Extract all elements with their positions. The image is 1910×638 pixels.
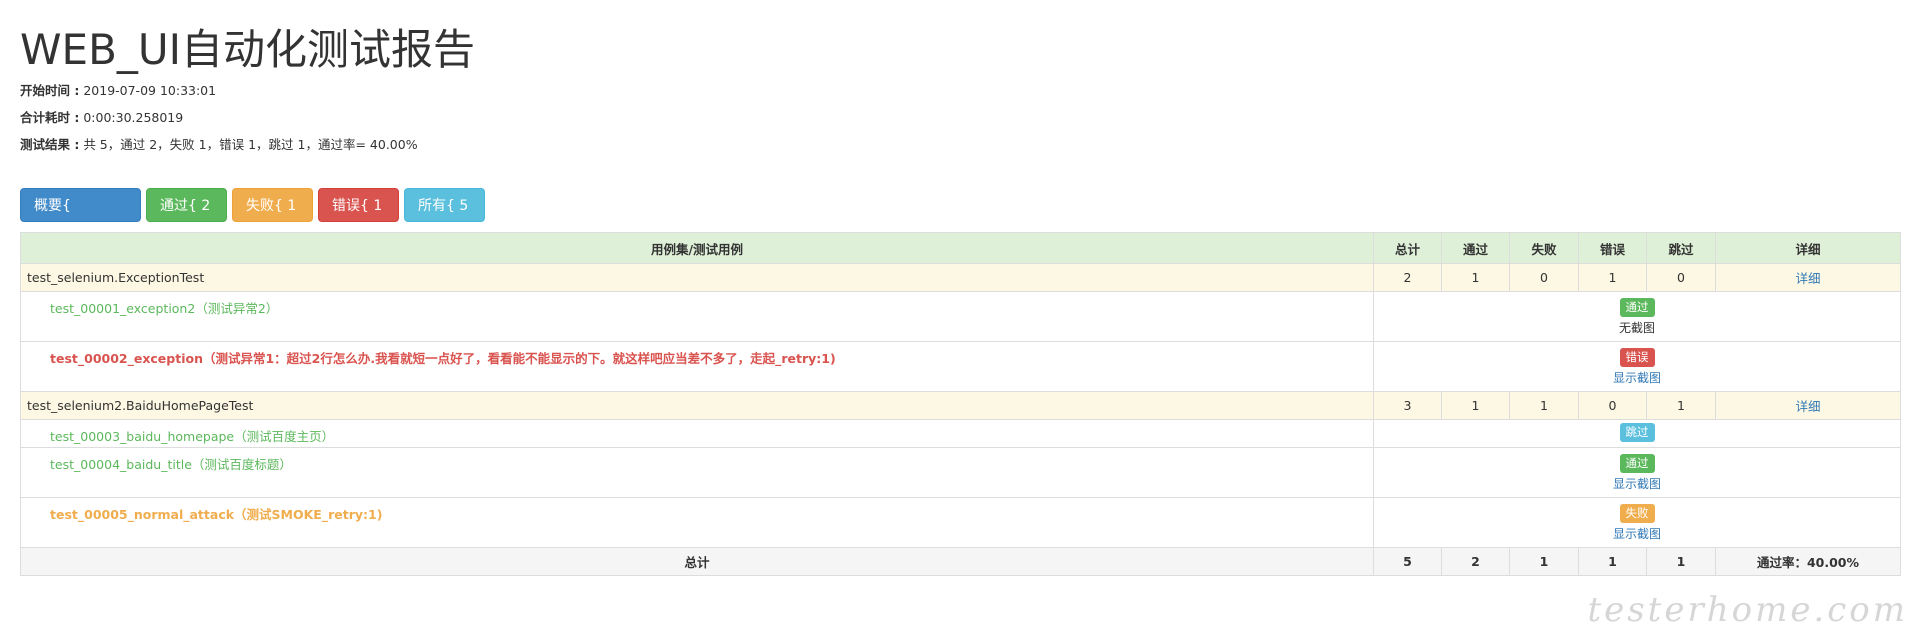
suite-fail: 0 <box>1509 263 1579 292</box>
fail-filter-button[interactable]: 失败{ 1 } <box>232 188 313 248</box>
page-title: WEB_UI自动化测试报告 <box>20 25 476 74</box>
case-row: test_00002_exception（测试异常1：超过2行怎么办.我看就短一… <box>20 341 1901 392</box>
header-error: 错误 <box>1578 232 1647 264</box>
suite-fail: 1 <box>1509 391 1579 420</box>
show-screenshot-link[interactable]: 显示截图 <box>1380 475 1894 492</box>
case-row: test_00004_baidu_title（测试百度标题） 通过 显示截图 <box>20 447 1901 498</box>
status-badge-error[interactable]: 错误 <box>1619 348 1655 367</box>
case-row: test_00001_exception2（测试异常2） 通过 无截图 <box>20 291 1901 342</box>
suite-error: 0 <box>1578 391 1647 420</box>
status-badge-skip[interactable]: 跳过 <box>1619 423 1655 442</box>
duration-label: 合计耗时 : <box>20 110 80 125</box>
filter-button-group: 概要{ 40.00% } 通过{ 2 } 失败{ 1 } 错误{ 1 } 所有{… <box>20 188 485 248</box>
header-case: 用例集/测试用例 <box>20 232 1374 264</box>
result-table: 用例集/测试用例 总计 通过 失败 错误 跳过 详细 test_selenium… <box>20 232 1901 576</box>
table-header-row: 用例集/测试用例 总计 通过 失败 错误 跳过 详细 <box>20 232 1901 264</box>
total-pass-rate: 通过率：40.00% <box>1715 547 1901 576</box>
case-name: test_00005_normal_attack（测试SMOKE_retry:1… <box>20 497 1374 548</box>
suite-name: test_selenium.ExceptionTest <box>20 263 1374 292</box>
suite-detail-link[interactable]: 详细 <box>1795 399 1820 414</box>
watermark-logo: testerhome.com <box>1587 590 1908 630</box>
case-detail-cell: 通过 显示截图 <box>1373 447 1901 498</box>
suite-detail-cell: 详细 <box>1715 263 1901 292</box>
error-filter-button[interactable]: 错误{ 1 } <box>318 188 399 248</box>
no-screenshot-text: 无截图 <box>1618 321 1655 335</box>
suite-skip: 1 <box>1646 391 1716 420</box>
header-skip: 跳过 <box>1646 232 1716 264</box>
header-detail: 详细 <box>1715 232 1901 264</box>
header-fail: 失败 <box>1509 232 1579 264</box>
show-screenshot-link[interactable]: 显示截图 <box>1380 525 1894 542</box>
result-label: 测试结果 : <box>20 137 80 152</box>
total-label: 总计 <box>20 547 1374 576</box>
header-total: 总计 <box>1373 232 1442 264</box>
start-time: 开始时间 : 2019-07-09 10:33:01 <box>20 80 216 99</box>
duration-value: 0:00:30.258019 <box>79 110 184 125</box>
total-row: 总计 5 2 1 1 1 通过率：40.00% <box>20 547 1901 576</box>
case-detail-cell: 错误 显示截图 <box>1373 341 1901 392</box>
suite-detail-cell: 详细 <box>1715 391 1901 420</box>
total-fail: 1 <box>1509 547 1579 576</box>
case-name: test_00003_baidu_homepape（测试百度主页） <box>20 419 1374 448</box>
total-pass: 2 <box>1441 547 1510 576</box>
suite-error: 1 <box>1578 263 1647 292</box>
total-count: 5 <box>1373 547 1442 576</box>
duration: 合计耗时 : 0:00:30.258019 <box>20 107 183 126</box>
case-row: test_00003_baidu_homepape（测试百度主页） 跳过 <box>20 419 1901 448</box>
summary-button[interactable]: 概要{ 40.00% } <box>20 188 141 248</box>
suite-total: 3 <box>1373 391 1442 420</box>
case-row: test_00005_normal_attack（测试SMOKE_retry:1… <box>20 497 1901 548</box>
show-screenshot-link[interactable]: 显示截图 <box>1380 369 1894 386</box>
suite-pass: 1 <box>1441 391 1510 420</box>
test-result: 测试结果 : 共 5，通过 2，失败 1，错误 1，跳过 1，通过率= 40.0… <box>20 134 418 153</box>
status-badge-fail[interactable]: 失败 <box>1619 504 1655 523</box>
pass-filter-button[interactable]: 通过{ 2 } <box>146 188 227 248</box>
total-error: 1 <box>1578 547 1647 576</box>
suite-name: test_selenium2.BaiduHomePageTest <box>20 391 1374 420</box>
header-pass: 通过 <box>1441 232 1510 264</box>
suite-row: test_selenium2.BaiduHomePageTest 3 1 1 0… <box>20 391 1901 420</box>
status-badge-pass[interactable]: 通过 <box>1619 454 1655 473</box>
start-time-value: 2019-07-09 10:33:01 <box>79 83 217 98</box>
case-name: test_00001_exception2（测试异常2） <box>20 291 1374 342</box>
suite-row: test_selenium.ExceptionTest 2 1 0 1 0 详细 <box>20 263 1901 292</box>
status-badge-pass[interactable]: 通过 <box>1619 298 1655 317</box>
all-filter-button[interactable]: 所有{ 5 } <box>404 188 485 248</box>
case-name: test_00004_baidu_title（测试百度标题） <box>20 447 1374 498</box>
start-time-label: 开始时间 : <box>20 83 80 98</box>
suite-total: 2 <box>1373 263 1442 292</box>
total-skip: 1 <box>1646 547 1716 576</box>
case-detail-cell: 跳过 <box>1373 419 1901 448</box>
case-name: test_00002_exception（测试异常1：超过2行怎么办.我看就短一… <box>20 341 1374 392</box>
result-value: 共 5，通过 2，失败 1，错误 1，跳过 1，通过率= 40.00% <box>79 137 418 152</box>
case-detail-cell: 通过 无截图 <box>1373 291 1901 342</box>
suite-skip: 0 <box>1646 263 1716 292</box>
case-detail-cell: 失败 显示截图 <box>1373 497 1901 548</box>
suite-pass: 1 <box>1441 263 1510 292</box>
suite-detail-link[interactable]: 详细 <box>1795 271 1820 286</box>
